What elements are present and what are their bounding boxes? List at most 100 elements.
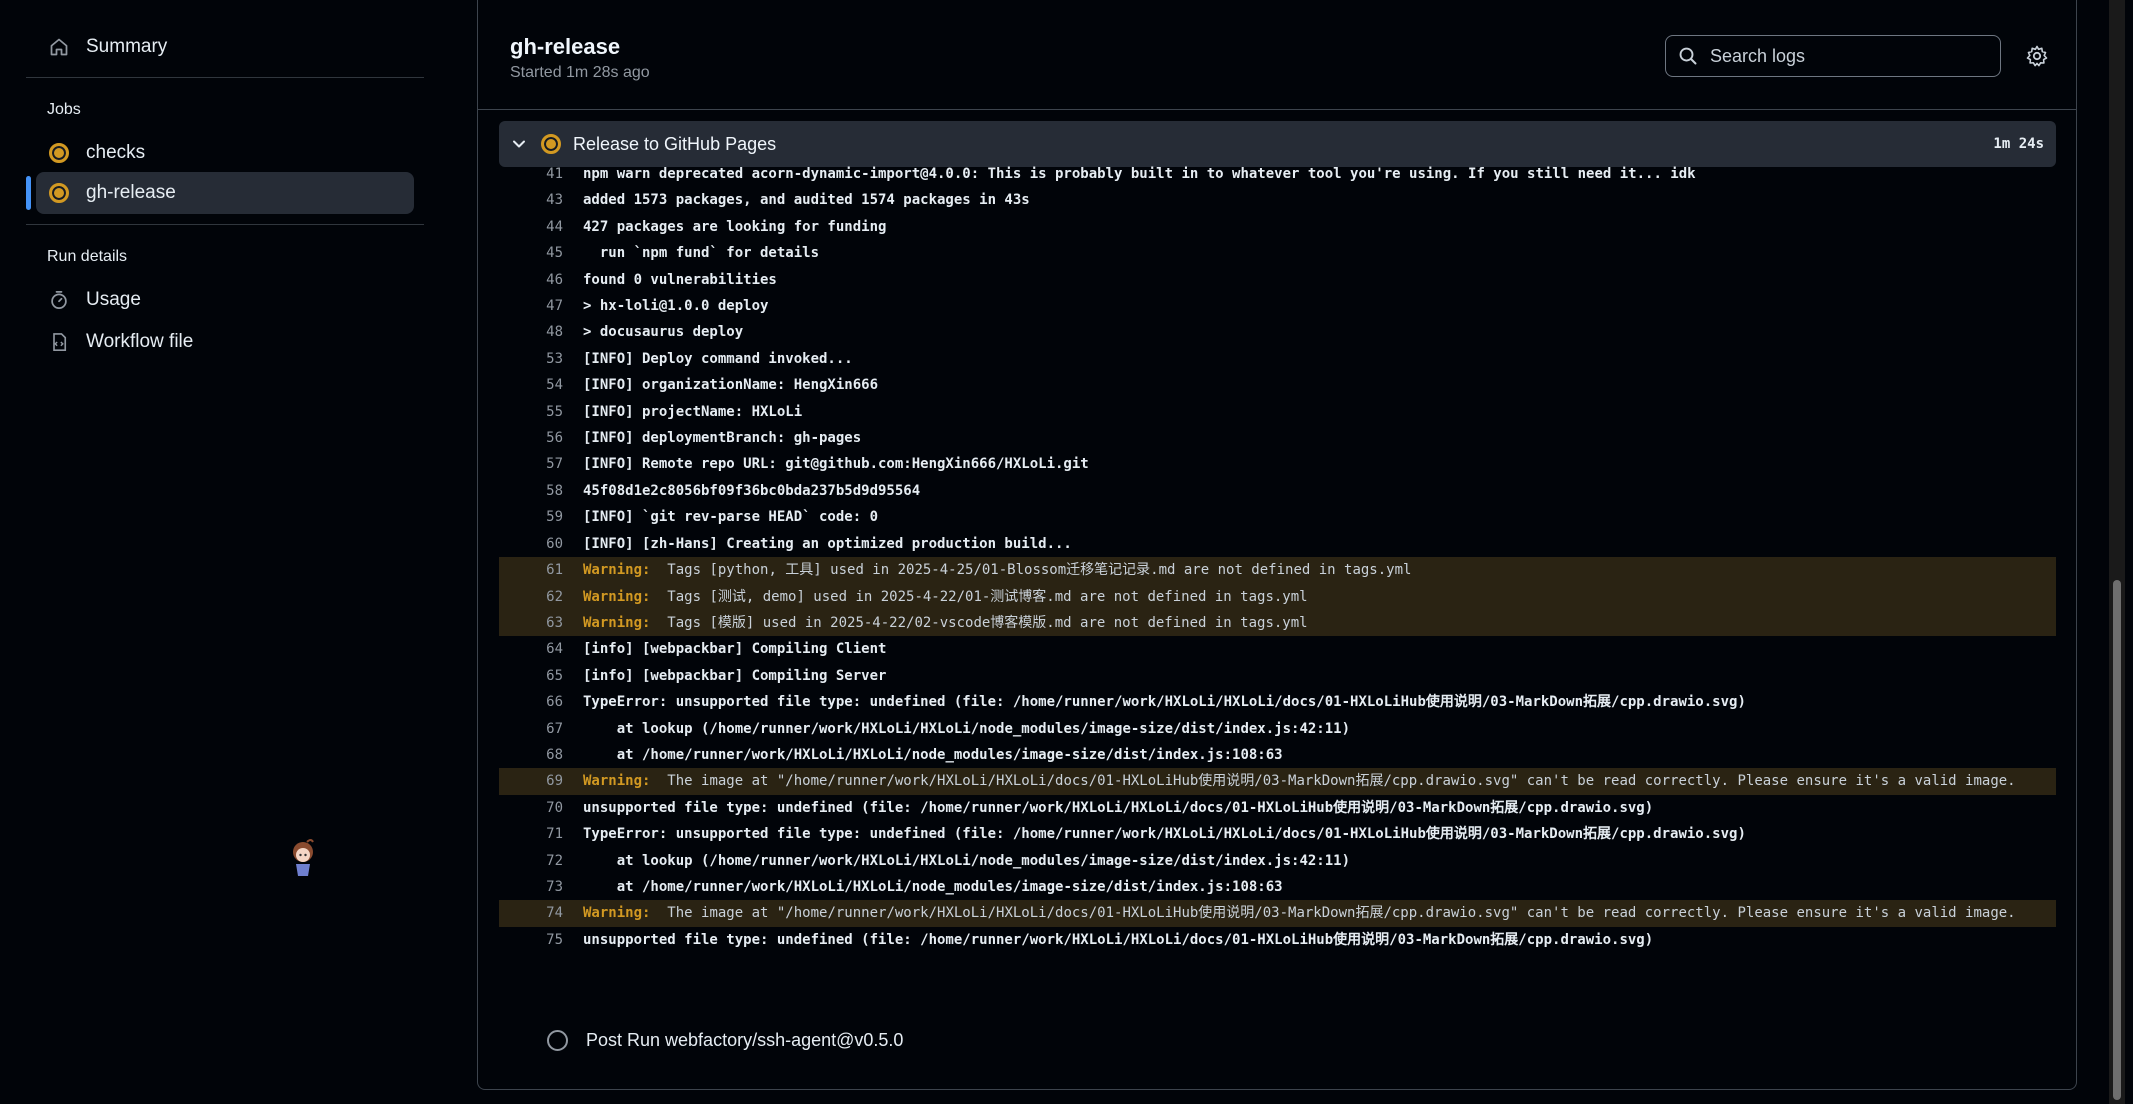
line-number[interactable]: 48 — [499, 319, 583, 345]
line-number[interactable]: 68 — [499, 742, 583, 768]
line-number[interactable]: 66 — [499, 689, 583, 715]
log-text: [INFO] Remote repo URL: git@github.com:H… — [583, 456, 1089, 473]
line-number[interactable]: 65 — [499, 663, 583, 689]
log-text: [INFO] [zh-Hans] Creating an optimized p… — [583, 535, 1072, 552]
sidebar: Summary Jobs checks gh-release Run detai… — [0, 0, 440, 1104]
sidebar-item-label: Summary — [86, 36, 168, 57]
step-name: Release to GitHub Pages — [573, 133, 777, 154]
log-line[interactable]: 61 Warning: Tags [python, 工具] used in 202… — [499, 557, 2056, 584]
sidebar-item-usage[interactable]: Usage — [36, 279, 414, 321]
line-number[interactable]: 45 — [499, 240, 583, 266]
log-text: TypeError: unsupported file type: undefi… — [583, 826, 1746, 843]
line-number[interactable]: 75 — [499, 927, 583, 953]
log-text: 45f08d1e2c8056bf09f36bc0bda237b5d9d95564 — [583, 482, 921, 499]
log-line[interactable]: 69 Warning: The image at "/home/runner/wo… — [499, 768, 2056, 795]
stopwatch-icon — [42, 290, 76, 310]
scrollbar-thumb[interactable] — [2113, 580, 2121, 1100]
sidebar-item-label: gh-release — [86, 182, 176, 203]
chevron-down-icon[interactable] — [511, 136, 527, 152]
line-number[interactable]: 56 — [499, 425, 583, 451]
log-line[interactable]: 46 found 0 vulnerabilities — [499, 267, 2056, 293]
line-number[interactable]: 47 — [499, 293, 583, 319]
warning-label: Warning: — [583, 562, 651, 579]
log-text: at /home/runner/work/HXLoLi/HXLoLi/node_… — [583, 878, 1283, 895]
log-text: Warning: The image at "/home/runner/work… — [583, 768, 2056, 794]
line-number[interactable]: 43 — [499, 187, 583, 213]
line-number[interactable]: 57 — [499, 451, 583, 477]
log-text: [info] [webpackbar] Compiling Client — [583, 641, 887, 658]
log-text: [INFO] Deploy command invoked... — [583, 350, 853, 367]
log-line[interactable]: 48 > docusaurus deploy — [499, 319, 2056, 345]
log-text: found 0 vulnerabilities — [583, 271, 777, 288]
log-line[interactable]: 64 [info] [webpackbar] Compiling Client — [499, 636, 2056, 662]
line-number[interactable]: 58 — [499, 478, 583, 504]
log-line[interactable]: 67 at lookup (/home/runner/work/HXLoLi/H… — [499, 716, 2056, 742]
log-line[interactable]: 62 Warning: Tags [测试, demo] used in 2025-… — [499, 583, 2056, 610]
log-text: unsupported file type: undefined (file: … — [583, 931, 1654, 948]
log-line[interactable]: 68 at /home/runner/work/HXLoLi/HXLoLi/no… — [499, 742, 2056, 768]
run-details-heading: Run details — [47, 248, 128, 265]
warning-label: Warning: — [583, 588, 651, 605]
line-number[interactable]: 62 — [499, 584, 583, 610]
log-line[interactable]: 43 added 1573 packages, and audited 1574 … — [499, 187, 2056, 213]
line-number[interactable]: 41 — [499, 161, 583, 187]
line-number[interactable]: 73 — [499, 874, 583, 900]
log-line[interactable]: 75 unsupported file type: undefined (file… — [499, 927, 2056, 953]
post-step[interactable]: Post Run webfactory/ssh-agent@v0.5.0 — [547, 1030, 903, 1051]
sidebar-item-checks[interactable]: checks — [36, 132, 414, 174]
log-line[interactable]: 47 > hx-loli@1.0.0 deploy — [499, 293, 2056, 319]
log-line[interactable]: 45 run `npm fund` for details — [499, 240, 2056, 266]
log-text: added 1573 packages, and audited 1574 pa… — [583, 192, 1030, 209]
line-number[interactable]: 44 — [499, 214, 583, 240]
search-logs-field[interactable] — [1665, 35, 2001, 77]
log-line[interactable]: 74 Warning: The image at "/home/runner/wo… — [499, 900, 2056, 927]
line-number[interactable]: 46 — [499, 267, 583, 293]
warning-label: Warning: — [583, 773, 651, 790]
log-text: run `npm fund` for details — [583, 245, 820, 262]
log-text: [INFO] `git rev-parse HEAD` code: 0 — [583, 509, 879, 526]
sidebar-item-label: Usage — [86, 289, 141, 310]
line-number[interactable]: 53 — [499, 346, 583, 372]
log-line[interactable]: 56 [INFO] deploymentBranch: gh-pages — [499, 425, 2056, 451]
log-line[interactable]: 58 45f08d1e2c8056bf09f36bc0bda237b5d9d955… — [499, 478, 2056, 504]
sidebar-item-gh-release[interactable]: gh-release — [36, 172, 414, 214]
jobs-heading: Jobs — [47, 101, 81, 118]
log-line[interactable]: 63 Warning: Tags [模版] used in 2025-4-22/0… — [499, 609, 2056, 637]
sidebar-item-workflow-file[interactable]: Workflow file — [36, 321, 414, 363]
log-line[interactable]: 72 at lookup (/home/runner/work/HXLoLi/H… — [499, 848, 2056, 874]
log-line[interactable]: 54 [INFO] organizationName: HengXin666 — [499, 372, 2056, 398]
line-number[interactable]: 69 — [499, 768, 583, 794]
line-number[interactable]: 59 — [499, 504, 583, 530]
line-number[interactable]: 60 — [499, 531, 583, 557]
search-logs-input[interactable] — [1708, 44, 1972, 68]
log-line[interactable]: 59 [INFO] `git rev-parse HEAD` code: 0 — [499, 504, 2056, 530]
line-number[interactable]: 55 — [499, 399, 583, 425]
log-line[interactable]: 71 TypeError: unsupported file type: unde… — [499, 821, 2056, 847]
log-line[interactable]: 55 [INFO] projectName: HXLoLi — [499, 399, 2056, 425]
line-number[interactable]: 61 — [499, 557, 583, 583]
warning-label: Warning: — [583, 614, 651, 631]
line-number[interactable]: 72 — [499, 848, 583, 874]
line-number[interactable]: 67 — [499, 716, 583, 742]
line-number[interactable]: 54 — [499, 372, 583, 398]
log-line[interactable]: 44 427 packages are looking for funding — [499, 214, 2056, 240]
sidebar-item-label: checks — [86, 142, 146, 163]
gear-icon[interactable] — [2025, 44, 2049, 68]
log-line[interactable]: 66 TypeError: unsupported file type: unde… — [499, 689, 2056, 715]
page-scrollbar[interactable] — [2109, 0, 2125, 1104]
line-number[interactable]: 74 — [499, 900, 583, 926]
file-code-icon — [42, 332, 76, 352]
log-line[interactable]: 65 [info] [webpackbar] Compiling Server — [499, 663, 2056, 689]
log-text: unsupported file type: undefined (file: … — [583, 799, 1654, 816]
line-number[interactable]: 70 — [499, 795, 583, 821]
log-line[interactable]: 70 unsupported file type: undefined (file… — [499, 795, 2056, 821]
log-line[interactable]: 53 [INFO] Deploy command invoked... — [499, 346, 2056, 372]
line-number[interactable]: 64 — [499, 636, 583, 662]
log-line[interactable]: 57 [INFO] Remote repo URL: git@github.com… — [499, 451, 2056, 477]
line-number[interactable]: 71 — [499, 821, 583, 847]
log-line[interactable]: 41 npm warn deprecated acorn-dynamic-impo… — [499, 161, 2056, 187]
sidebar-item-summary[interactable]: Summary — [36, 26, 414, 68]
line-number[interactable]: 63 — [499, 610, 583, 636]
log-line[interactable]: 60 [INFO] [zh-Hans] Creating an optimized… — [499, 531, 2056, 557]
log-line[interactable]: 73 at /home/runner/work/HXLoLi/HXLoLi/no… — [499, 874, 2056, 900]
